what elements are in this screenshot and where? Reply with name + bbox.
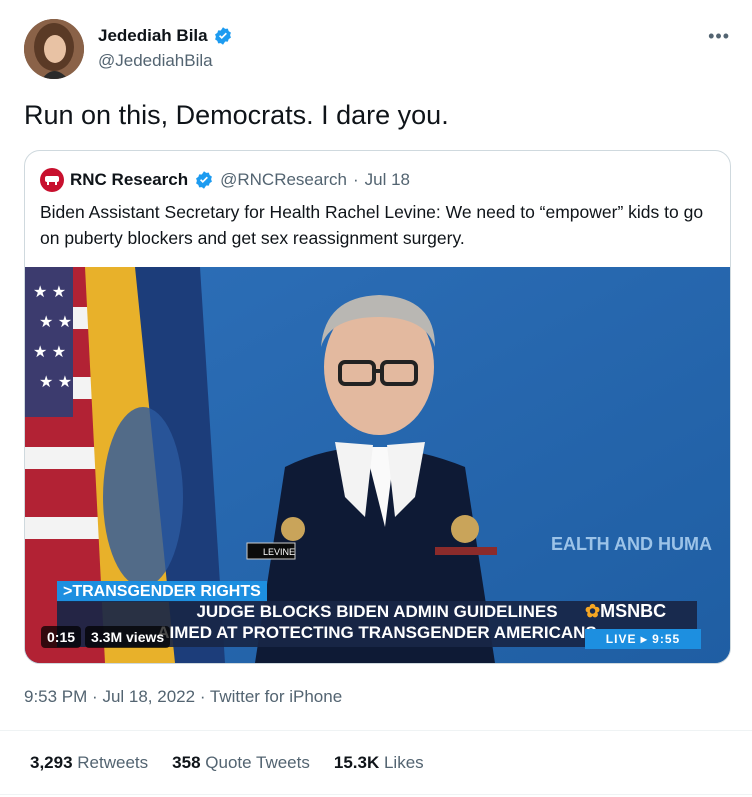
quoted-tweet[interactable]: RNC Research @RNCResearch · Jul 18 Biden… — [24, 150, 731, 664]
avatar-image — [24, 19, 84, 79]
divider — [0, 730, 752, 731]
quote-tweets-stat[interactable]: 358 Quote Tweets — [172, 753, 310, 773]
svg-text:★ ★: ★ ★ — [39, 374, 72, 391]
video-duration: 0:15 — [41, 626, 82, 648]
author-handle[interactable]: @JedediahBila — [98, 51, 213, 71]
svg-text:★ ★: ★ ★ — [33, 284, 66, 301]
avatar[interactable] — [24, 19, 84, 79]
tweet-time[interactable]: 9:53 PM — [24, 687, 87, 706]
author-name[interactable]: Jedediah Bila — [98, 26, 208, 46]
video-player[interactable]: ★ ★ ★ ★ ★ ★ ★ ★ LEVINE EALTH AND HUMA >T… — [25, 267, 730, 663]
tweet-timestamp[interactable]: 9:53 PM · Jul 18, 2022 · Twitter for iPh… — [24, 687, 342, 707]
quoted-author-name: RNC Research — [70, 170, 189, 189]
tweet-date[interactable]: Jul 18, 2022 — [102, 687, 195, 706]
author-name-row[interactable]: Jedediah Bila — [98, 26, 233, 46]
dot-separator: · — [352, 170, 359, 189]
network-name: MSNBC — [600, 601, 667, 621]
live-indicator: LIVE ▸ 9:55 — [585, 629, 701, 649]
quoted-tweet-header: RNC Research @RNCResearch · Jul 18 — [40, 168, 410, 192]
likes-count: 15.3K — [333, 753, 380, 772]
svg-text:★ ★: ★ ★ — [39, 314, 72, 331]
network-logo: ✿MSNBC — [585, 601, 695, 622]
engagement-stats: 3,293 Retweets 358 Quote Tweets 15.3K Li… — [30, 753, 424, 773]
divider — [0, 794, 752, 795]
quoted-date: Jul 18 — [364, 170, 411, 189]
retweets-stat[interactable]: 3,293 Retweets — [30, 753, 148, 773]
retweets-label: Retweets — [77, 753, 149, 772]
dot-separator: · — [92, 687, 103, 706]
likes-label: Likes — [383, 753, 424, 772]
more-options-icon[interactable]: ••• — [708, 26, 730, 47]
quote-tweets-count: 358 — [172, 753, 201, 772]
verified-badge-icon — [196, 171, 213, 189]
likes-stat[interactable]: 15.3K Likes — [334, 753, 424, 773]
peacock-icon: ✿ — [585, 601, 601, 621]
name-tag: LEVINE — [263, 547, 295, 557]
retweets-count: 3,293 — [30, 753, 73, 772]
chyron-tag: >TRANSGENDER RIGHTS — [57, 581, 267, 602]
verified-badge-icon — [214, 27, 231, 45]
rnc-logo-icon — [40, 168, 64, 192]
dot-separator: · — [199, 687, 210, 706]
quoted-tweet-text: Biden Assistant Secretary for Health Rac… — [40, 202, 704, 248]
video-views: 3.3M views — [85, 626, 171, 648]
svg-text:★ ★: ★ ★ — [33, 344, 66, 361]
tweet-text: Run on this, Democrats. I dare you. — [24, 100, 449, 130]
quote-tweets-label: Quote Tweets — [205, 753, 310, 772]
quoted-author-handle: @RNCResearch — [220, 170, 347, 189]
wall-text: EALTH AND HUMA — [551, 534, 712, 554]
tweet-source[interactable]: Twitter for iPhone — [210, 687, 342, 706]
